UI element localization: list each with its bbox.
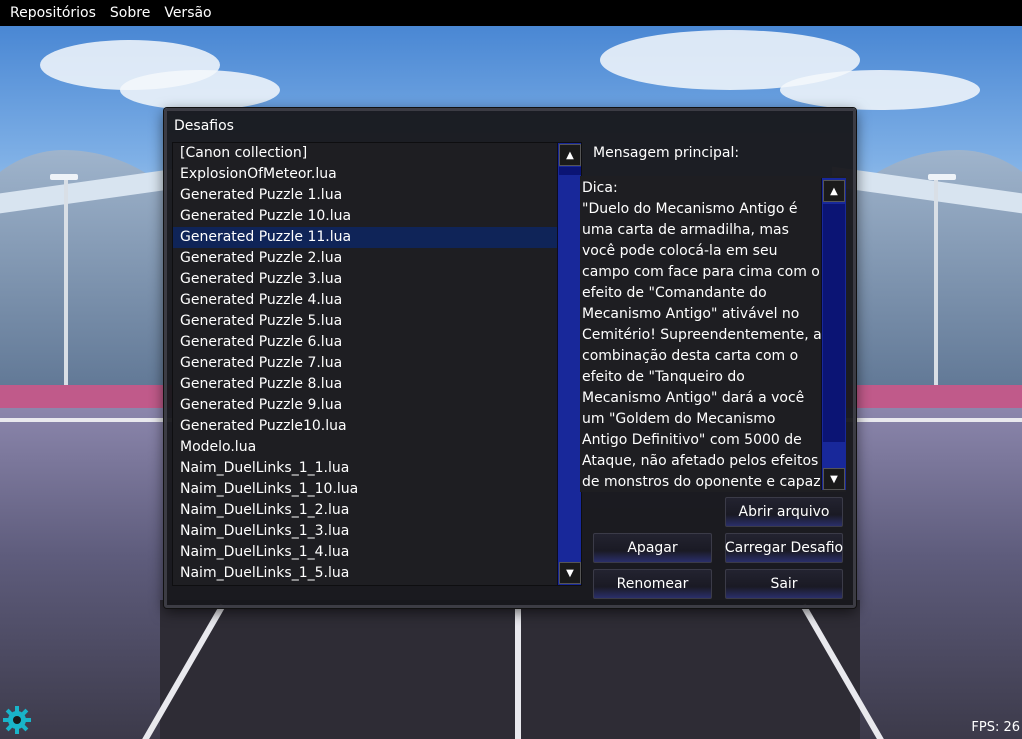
track bbox=[160, 600, 860, 739]
list-item[interactable]: Naim_DuelLinks_1_5.lua bbox=[173, 563, 557, 584]
fps-counter: FPS: 26 bbox=[971, 720, 1020, 735]
scroll-up-icon[interactable]: ▲ bbox=[823, 180, 845, 202]
list-item[interactable]: Generated Puzzle10.lua bbox=[173, 416, 557, 437]
message-box[interactable]: Dica: "Duelo do Mecanismo Antigo é uma c… bbox=[580, 176, 846, 492]
cloud bbox=[780, 70, 980, 110]
open-file-button[interactable]: Abrir arquivo bbox=[725, 497, 843, 527]
light-lamp bbox=[50, 174, 78, 180]
gear-icon[interactable] bbox=[1, 704, 33, 736]
light-pole bbox=[64, 180, 68, 410]
delete-button[interactable]: Apagar bbox=[593, 533, 712, 563]
list-item[interactable]: Naim_DuelLinks_1_3.lua bbox=[173, 521, 557, 542]
puzzle-list[interactable]: [Canon collection] ExplosionOfMeteor.lua G… bbox=[172, 142, 582, 586]
list-item[interactable]: Generated Puzzle 3.lua bbox=[173, 269, 557, 290]
list-item[interactable]: Naim_DuelLinks_1_1.lua bbox=[173, 458, 557, 479]
scroll-down-icon[interactable]: ▼ bbox=[823, 468, 845, 490]
list-item[interactable]: Generated Puzzle 2.lua bbox=[173, 248, 557, 269]
rename-button[interactable]: Renomear bbox=[593, 569, 712, 599]
light-pole bbox=[934, 180, 938, 410]
list-item[interactable]: Generated Puzzle 9.lua bbox=[173, 395, 557, 416]
exit-button[interactable]: Sair bbox=[725, 569, 843, 599]
scroll-down-icon[interactable]: ▼ bbox=[559, 562, 581, 584]
puzzle-list-items: [Canon collection] ExplosionOfMeteor.lua G… bbox=[173, 143, 557, 584]
load-challenge-button[interactable]: Carregar Desafio bbox=[725, 533, 843, 563]
scroll-thumb[interactable] bbox=[823, 204, 845, 442]
scroll-up-icon[interactable]: ▲ bbox=[559, 144, 581, 166]
scroll-thumb[interactable] bbox=[559, 167, 581, 175]
message-label: Mensagem principal: bbox=[593, 145, 740, 161]
list-item[interactable]: Generated Puzzle 4.lua bbox=[173, 290, 557, 311]
list-item[interactable]: Generated Puzzle 5.lua bbox=[173, 311, 557, 332]
list-item[interactable]: Generated Puzzle 1.lua bbox=[173, 185, 557, 206]
list-scrollbar[interactable]: ▲ ▼ bbox=[557, 143, 581, 585]
list-item[interactable]: ExplosionOfMeteor.lua bbox=[173, 164, 557, 185]
menu-bar: Repositórios Sobre Versão bbox=[0, 0, 1022, 26]
menu-version[interactable]: Versão bbox=[158, 0, 217, 26]
list-item[interactable]: [Canon collection] bbox=[173, 143, 557, 164]
list-item[interactable]: Generated Puzzle 8.lua bbox=[173, 374, 557, 395]
list-item[interactable]: Naim_DuelLinks_1_10.lua bbox=[173, 479, 557, 500]
message-text: Dica: "Duelo do Mecanismo Antigo é uma c… bbox=[582, 180, 822, 490]
list-item[interactable]: Generated Puzzle 7.lua bbox=[173, 353, 557, 374]
light-lamp bbox=[928, 174, 956, 180]
message-scrollbar[interactable]: ▲ ▼ bbox=[821, 178, 846, 490]
track-line bbox=[515, 605, 521, 739]
list-item[interactable]: Naim_DuelLinks_1_2.lua bbox=[173, 500, 557, 521]
list-item[interactable]: Generated Puzzle 6.lua bbox=[173, 332, 557, 353]
menu-repositories[interactable]: Repositórios bbox=[4, 0, 102, 26]
list-item[interactable]: Generated Puzzle 11.lua bbox=[173, 227, 557, 248]
cloud bbox=[120, 70, 280, 110]
menu-about[interactable]: Sobre bbox=[104, 0, 156, 26]
list-item[interactable]: Modelo.lua bbox=[173, 437, 557, 458]
list-item[interactable]: Naim_DuelLinks_1_4.lua bbox=[173, 542, 557, 563]
list-item[interactable]: Generated Puzzle 10.lua bbox=[173, 206, 557, 227]
dialog-title: Desafios bbox=[174, 118, 234, 134]
